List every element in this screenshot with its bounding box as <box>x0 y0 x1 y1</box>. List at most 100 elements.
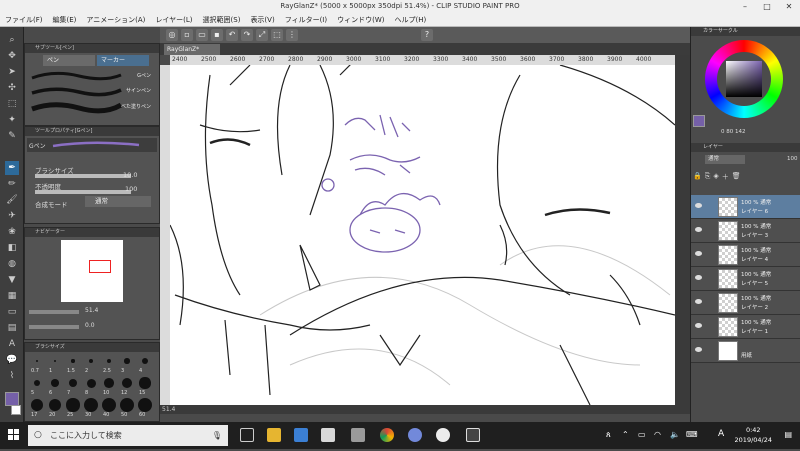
volume-icon[interactable]: 🔈 <box>670 430 680 439</box>
navigator-viewport-frame[interactable] <box>89 260 111 273</box>
menu-window[interactable]: ウィンドウ(W) <box>332 15 389 25</box>
clip-studio-taskbar-icon[interactable] <box>466 428 480 442</box>
balloon-tool-icon[interactable]: 💬 <box>5 353 19 367</box>
clip-studio-icon[interactable]: ◎ <box>166 29 178 41</box>
brush-size-option[interactable]: 40 <box>101 398 117 418</box>
visibility-eye-icon[interactable] <box>695 347 702 352</box>
close-button[interactable]: ✕ <box>778 0 800 13</box>
people-icon[interactable]: ጰ <box>606 430 611 440</box>
microphone-icon[interactable]: 🎙 <box>212 425 222 446</box>
menu-animation[interactable]: アニメーション(A) <box>81 15 150 25</box>
selection-tool-icon[interactable]: ⬚ <box>5 97 19 111</box>
taskbar-search[interactable]: ○ ここに入力して検索 🎙 <box>28 425 228 446</box>
ime-indicator[interactable]: A <box>718 429 724 439</box>
reference-layer-icon[interactable]: ◈ <box>713 172 718 182</box>
menu-selection[interactable]: 選択範囲(S) <box>198 15 246 25</box>
system-clock[interactable]: 0:42 2019/04/24 <box>735 425 772 445</box>
itunes-icon[interactable] <box>436 428 450 442</box>
visibility-eye-icon[interactable] <box>695 275 702 280</box>
brush-size-slider[interactable] <box>35 174 131 178</box>
visibility-eye-icon[interactable] <box>695 203 702 208</box>
brush-size-option[interactable]: 12 <box>119 376 135 396</box>
minimize-button[interactable]: – <box>734 0 756 13</box>
drawing-canvas[interactable] <box>170 65 675 405</box>
menu-edit[interactable]: 編集(E) <box>48 15 82 25</box>
layer-row[interactable]: 用紙 <box>691 339 800 363</box>
gradient-tool-icon[interactable]: ▦ <box>5 289 19 303</box>
navigator-zoom-slider[interactable] <box>29 310 79 314</box>
layer-row[interactable]: 100 % 通常 レイヤー 4 <box>691 243 800 267</box>
navigator-rotate-slider[interactable] <box>29 325 79 329</box>
layer-row[interactable]: 100 % 通常 レイヤー 6 <box>691 195 800 219</box>
open-icon[interactable]: ▭ <box>196 29 208 41</box>
pen-tool-icon[interactable]: ✒ <box>5 161 19 175</box>
brush-size-option[interactable]: 50 <box>119 398 135 418</box>
transform-icon[interactable]: ⤢ <box>256 29 268 41</box>
help-icon[interactable]: ? <box>421 29 433 41</box>
menu-filter[interactable]: フィルター(I) <box>280 15 332 25</box>
app-icon[interactable] <box>351 428 365 442</box>
decoration-tool-icon[interactable]: ❀ <box>5 225 19 239</box>
brush-size-option[interactable]: 8 <box>83 376 99 396</box>
opacity-slider[interactable] <box>35 190 131 194</box>
layer-blend-select[interactable]: 通常 <box>705 155 745 164</box>
navigator-preview[interactable] <box>61 240 123 302</box>
blend-mode-select[interactable]: 通常 <box>85 196 151 207</box>
menu-file[interactable]: ファイル(F) <box>0 15 48 25</box>
store-icon[interactable] <box>294 428 308 442</box>
menu-layer[interactable]: レイヤー(L) <box>150 15 197 25</box>
figure-tool-icon[interactable]: ▭ <box>5 305 19 319</box>
brush-size-option[interactable]: 17 <box>29 398 45 418</box>
sub-color-swatch[interactable] <box>11 405 21 415</box>
tab-marker[interactable]: マーカー <box>97 55 149 66</box>
airbrush-tool-icon[interactable]: ✈ <box>5 209 19 223</box>
vertical-scrollbar[interactable] <box>675 55 690 405</box>
layer-lock-icon[interactable]: 🔒 <box>693 172 702 182</box>
pencil-tool-icon[interactable]: ✏ <box>5 177 19 191</box>
visibility-eye-icon[interactable] <box>695 299 702 304</box>
brush-size-option[interactable]: 6 <box>47 376 63 396</box>
blend-tool-icon[interactable]: ◍ <box>5 257 19 271</box>
frame-tool-icon[interactable]: ▤ <box>5 321 19 335</box>
deselect-icon[interactable]: ⬚ <box>271 29 283 41</box>
undo-icon[interactable]: ↶ <box>226 29 238 41</box>
brush-size-option[interactable]: 4 <box>137 354 153 374</box>
auto-select-tool-icon[interactable]: ✦ <box>5 113 19 127</box>
brush-tool-icon[interactable]: 🖌 <box>5 193 19 207</box>
brush-item-signpen[interactable]: サインペン <box>29 84 153 98</box>
file-explorer-icon[interactable] <box>267 428 281 442</box>
correct-line-tool-icon[interactable]: ⌇ <box>5 369 19 383</box>
brush-size-option[interactable]: 15 <box>137 376 153 396</box>
visibility-eye-icon[interactable] <box>695 323 702 328</box>
redo-icon[interactable]: ↷ <box>241 29 253 41</box>
brush-size-option[interactable]: 25 <box>65 398 81 418</box>
brush-size-option[interactable]: 5 <box>29 376 45 396</box>
snap-icon[interactable]: ⋮ <box>286 29 298 41</box>
operation-tool-icon[interactable]: ➤ <box>5 65 19 79</box>
sv-square[interactable] <box>726 61 762 97</box>
brush-size-option[interactable]: 1.5 <box>65 354 81 374</box>
brush-size-option[interactable]: 1 <box>47 354 63 374</box>
menu-help[interactable]: ヘルプ(H) <box>389 15 431 25</box>
horizontal-scrollbar[interactable]: 51.4 <box>160 405 690 414</box>
network-icon[interactable]: ◠ <box>654 430 661 439</box>
visibility-eye-icon[interactable] <box>695 251 702 256</box>
canvas-tab[interactable]: RayGlanZ* <box>164 44 220 55</box>
start-button[interactable] <box>0 422 28 449</box>
new-file-icon[interactable]: ▫ <box>181 29 193 41</box>
zoom-tool-icon[interactable]: ⌕ <box>5 33 19 47</box>
layer-row[interactable]: 100 % 通常 レイヤー 3 <box>691 219 800 243</box>
notification-arrow-icon[interactable]: ⌃ <box>622 430 629 439</box>
layer-row[interactable]: 100 % 通常 レイヤー 5 <box>691 267 800 291</box>
action-center-icon[interactable]: ▤ <box>784 430 792 439</box>
fill-tool-icon[interactable]: ▼ <box>5 273 19 287</box>
layer-row[interactable]: 100 % 通常 レイヤー 1 <box>691 315 800 339</box>
visibility-eye-icon[interactable] <box>695 227 702 232</box>
mail-icon[interactable] <box>321 428 335 442</box>
menu-view[interactable]: 表示(V) <box>245 15 279 25</box>
keyboard-icon[interactable]: ⌨ <box>686 430 698 439</box>
chrome-icon[interactable] <box>380 428 394 442</box>
new-layer-icon[interactable]: ＋ <box>722 172 729 182</box>
maximize-button[interactable]: □ <box>756 0 778 13</box>
main-color-swatch[interactable] <box>5 392 19 406</box>
